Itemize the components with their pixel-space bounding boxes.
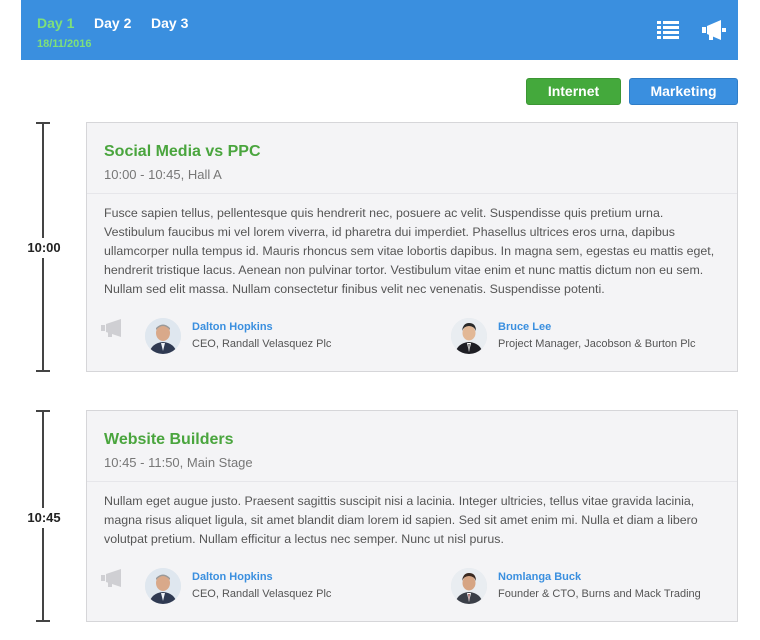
avatar [451, 568, 487, 604]
schedule-header: Day 1 Day 2 Day 3 18/11/2016 [21, 0, 738, 60]
speaker-name[interactable]: Dalton Hopkins [192, 571, 273, 583]
session-description: Fusce sapien tellus, pellentesque quis h… [104, 206, 715, 296]
tab-day-3[interactable]: Day 3 [151, 15, 188, 31]
tab-day-2[interactable]: Day 2 [94, 15, 131, 31]
session-title[interactable]: Social Media vs PPC [104, 143, 261, 161]
session-description: Nullam eget augue justo. Praesent sagitt… [104, 494, 698, 546]
timeline-cap [36, 122, 50, 124]
megaphone-icon[interactable] [702, 20, 726, 45]
avatar [145, 318, 181, 354]
speaker-name[interactable]: Dalton Hopkins [192, 321, 273, 333]
divider [87, 481, 737, 482]
session-card: Website Builders 10:45 - 11:50, Main Sta… [86, 410, 738, 622]
timeline-cap [36, 620, 50, 622]
selected-date: 18/11/2016 [37, 38, 92, 50]
session-time: 10:45 [22, 508, 66, 528]
session-title[interactable]: Website Builders [104, 431, 234, 449]
timeline-cap [36, 410, 50, 412]
speaker-role: CEO, Randall Velasquez Plc [192, 338, 332, 350]
speaker-role: Project Manager, Jacobson & Burton Plc [498, 338, 696, 350]
speaker-name[interactable]: Bruce Lee [498, 321, 551, 333]
avatar [451, 318, 487, 354]
filter-internet-button[interactable]: Internet [526, 78, 621, 105]
session-meta: 10:45 - 11:50, Main Stage [104, 455, 253, 470]
timeline-cap [36, 370, 50, 372]
avatar [145, 568, 181, 604]
megaphone-icon [101, 319, 127, 342]
list-icon[interactable] [657, 20, 679, 45]
speaker-role: Founder & CTO, Burns and Mack Trading [498, 588, 701, 600]
session-time: 10:00 [22, 238, 66, 258]
megaphone-icon [101, 569, 127, 592]
speaker-name[interactable]: Nomlanga Buck [498, 571, 581, 583]
speaker-role: CEO, Randall Velasquez Plc [192, 588, 332, 600]
tab-day-1[interactable]: Day 1 [37, 15, 74, 31]
filter-marketing-button[interactable]: Marketing [629, 78, 738, 105]
session-meta: 10:00 - 10:45, Hall A [104, 167, 222, 182]
session-card: Social Media vs PPC 10:00 - 10:45, Hall … [86, 122, 738, 372]
divider [87, 193, 737, 194]
